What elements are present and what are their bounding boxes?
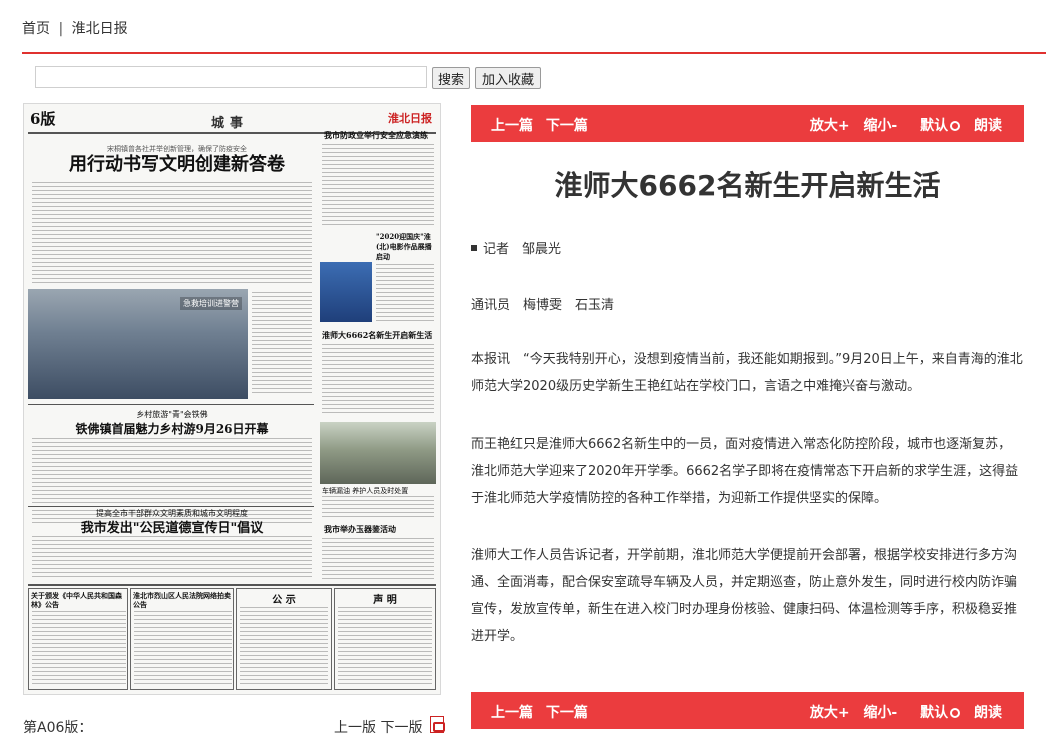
paper-notice-4: 声 明 <box>373 595 397 606</box>
page-navigation: 上一版 下一版 <box>334 717 422 737</box>
next-article-button[interactable]: 下一篇 <box>546 705 588 721</box>
read-aloud-button[interactable]: 朗读 <box>974 705 1002 721</box>
paper-text-block <box>134 611 232 687</box>
article-title: 淮师大6662名新生开启新生活 <box>554 169 941 202</box>
prev-article-button[interactable]: 上一篇 <box>491 118 533 134</box>
paper-right-headline-3[interactable]: 淮师大6662名新生开启新生活 <box>322 330 434 341</box>
pdf-icon[interactable] <box>430 716 445 733</box>
paper-text-block[interactable] <box>322 496 434 520</box>
article-toolbar-top: 上一篇 下一篇 放大+ 缩小- 默认 朗读 <box>471 105 1024 142</box>
paper-tourism-headline[interactable]: 铁佛镇首届魅力乡村游9月26日开幕 <box>32 420 312 437</box>
top-breadcrumb: 首页 | 淮北日报 <box>22 18 128 38</box>
paper-notice-box-2[interactable]: 淮北市烈山区人民法院网络拍卖公告 <box>130 588 234 690</box>
paper-text-block[interactable] <box>32 182 312 286</box>
zoom-in-button[interactable]: 放大+ <box>810 118 850 134</box>
photo-caption: 急救培训进警营 <box>180 297 242 310</box>
paper-logo: 淮北日报 <box>388 112 432 125</box>
paper-divider <box>28 404 314 405</box>
paper-text-block[interactable] <box>252 292 312 396</box>
site-link[interactable]: 淮北日报 <box>72 21 128 37</box>
home-link[interactable]: 首页 <box>22 21 50 37</box>
paper-text-block[interactable] <box>322 538 434 580</box>
read-aloud-button[interactable]: 朗读 <box>974 118 1002 134</box>
add-favorite-button[interactable]: 加入收藏 <box>475 67 541 89</box>
paper-campaign-headline[interactable]: 我市发出"公民道德宣传日"倡议 <box>32 517 312 536</box>
article-paragraph-2: 而王艳红只是淮师大6662名新生中的一员，面对疫情进入常态化防控阶段，城市也逐渐… <box>471 437 1019 506</box>
paper-text-block[interactable] <box>32 536 312 580</box>
article-reporter: 记者 邹晨光 <box>471 238 561 257</box>
paper-right-headline-4[interactable]: 车辆漏油 养护人员及时处置 <box>322 486 434 496</box>
circle-icon <box>950 121 961 131</box>
paper-kicker[interactable]: 宋桐镇曾各社并举创新管理，确保了防疫安全 <box>32 144 322 154</box>
article-toolbar-bottom: 上一篇 下一篇 放大+ 缩小- 默认 朗读 <box>471 692 1024 729</box>
paper-text-block[interactable] <box>322 144 434 226</box>
paper-edition: 6版 <box>30 110 56 128</box>
search-input[interactable] <box>35 66 427 88</box>
next-page-link[interactable]: 下一版 <box>380 720 422 736</box>
prev-page-link[interactable]: 上一版 <box>334 720 376 736</box>
paper-right-headline-2[interactable]: "2020迎国庆"淮(北)电影作品展播启动 <box>376 232 434 262</box>
bullet-square-icon <box>471 245 477 251</box>
prev-article-button[interactable]: 上一篇 <box>491 705 533 721</box>
paper-notice-3: 公 示 <box>272 595 296 606</box>
paper-photo-training[interactable]: 急救培训进警营 <box>28 289 248 399</box>
circle-icon <box>950 708 961 718</box>
paper-divider <box>28 584 436 586</box>
paper-section: 城事 <box>211 116 250 131</box>
article-paragraph-3: 淮师大工作人员告诉记者，开学前期，淮北师范大学便提前开会部署，根据学校安排进行多… <box>471 548 1018 644</box>
search-button[interactable]: 搜索 <box>432 67 470 89</box>
paper-text-block <box>32 611 126 687</box>
default-size-button[interactable]: 默认 <box>911 118 961 134</box>
paper-text-block <box>338 607 432 687</box>
article-paragraph-1: 本报讯 “今天我特别开心，没想到疫情当前，我还能如期报到。”9月20日上午，来自… <box>471 352 1023 394</box>
paper-photo-film[interactable] <box>320 262 372 322</box>
paper-text-block[interactable] <box>322 344 434 416</box>
zoom-out-button[interactable]: 缩小- <box>863 705 897 721</box>
paper-tourism-kicker[interactable]: 乡村旅游"青"会铁佛 <box>32 409 312 420</box>
paper-notice-box-4[interactable]: 声 明 <box>334 588 436 690</box>
edition-label: 第A06版： <box>23 720 93 736</box>
breadcrumb-separator: | <box>58 21 64 37</box>
newspaper-page-image[interactable]: 6版 城事 淮北日报 宋桐镇曾各社并举创新管理，确保了防疫安全 用行动书写文明创… <box>23 103 441 695</box>
paper-divider <box>28 506 314 507</box>
paper-right-headline-1[interactable]: 我市防政业举行安全应急演练 <box>324 130 434 141</box>
paper-notice-box-1[interactable]: 关于颁发《中华人民共和国森林》公告 <box>28 588 128 690</box>
paper-notice-box-3[interactable]: 公 示 <box>236 588 332 690</box>
default-size-button[interactable]: 默认 <box>911 705 961 721</box>
zoom-in-button[interactable]: 放大+ <box>810 705 850 721</box>
paper-text-block[interactable] <box>376 264 434 324</box>
next-article-button[interactable]: 下一篇 <box>546 118 588 134</box>
header-divider <box>22 52 1046 54</box>
default-size-label: 默认 <box>920 705 949 721</box>
paper-headline[interactable]: 用行动书写文明创建新答卷 <box>32 154 322 176</box>
paper-notice-1: 关于颁发《中华人民共和国森林》公告 <box>31 591 122 609</box>
default-size-label: 默认 <box>920 118 949 134</box>
paper-text-block <box>240 607 328 687</box>
article-correspondents: 通讯员 梅博雯 石玉清 <box>471 298 615 313</box>
paper-right-headline-5[interactable]: 我市举办玉器鉴活动 <box>324 524 434 535</box>
reporter-text: 记者 邹晨光 <box>483 242 562 257</box>
zoom-out-button[interactable]: 缩小- <box>863 118 897 134</box>
paper-notice-2: 淮北市烈山区人民法院网络拍卖公告 <box>133 591 231 609</box>
paper-photo-road[interactable] <box>320 422 436 484</box>
